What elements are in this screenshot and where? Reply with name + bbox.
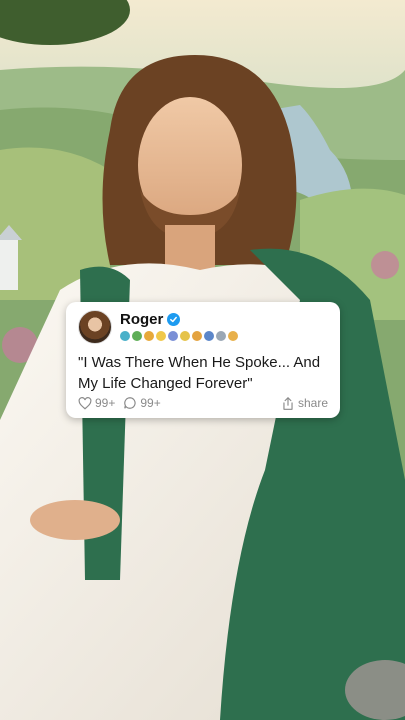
author-name[interactable]: Roger bbox=[120, 311, 163, 328]
badge-2-icon bbox=[132, 331, 142, 341]
badge-10-icon bbox=[228, 331, 238, 341]
badge-8-icon bbox=[204, 331, 214, 341]
post-header: Roger bbox=[78, 310, 328, 344]
post-actions: 99+ 99+ share bbox=[78, 393, 328, 413]
badge-4-icon bbox=[156, 331, 166, 341]
comment-count: 99+ bbox=[140, 396, 161, 410]
badge-row bbox=[120, 331, 238, 343]
like-count: 99+ bbox=[95, 396, 116, 410]
avatar[interactable] bbox=[78, 310, 112, 344]
share-icon bbox=[283, 396, 293, 410]
badge-6-icon bbox=[180, 331, 190, 341]
verified-check-icon bbox=[167, 313, 181, 326]
badge-3-icon bbox=[144, 331, 154, 341]
badge-9-icon bbox=[216, 331, 226, 341]
badge-7-icon bbox=[192, 331, 202, 341]
share-label: share bbox=[297, 396, 328, 410]
comment-button[interactable]: 99+ bbox=[123, 396, 161, 410]
share-button[interactable]: share bbox=[281, 396, 328, 411]
badge-5-icon bbox=[168, 331, 178, 341]
like-button[interactable]: 99+ bbox=[78, 396, 115, 410]
heart-icon bbox=[78, 396, 92, 410]
post-text: "I Was There When He Spoke... And My Lif… bbox=[78, 354, 321, 392]
badge-1-icon bbox=[120, 331, 130, 341]
comment-icon bbox=[124, 397, 136, 409]
post-card[interactable]: Roger "I Was There When He Spoke... And … bbox=[66, 302, 340, 418]
